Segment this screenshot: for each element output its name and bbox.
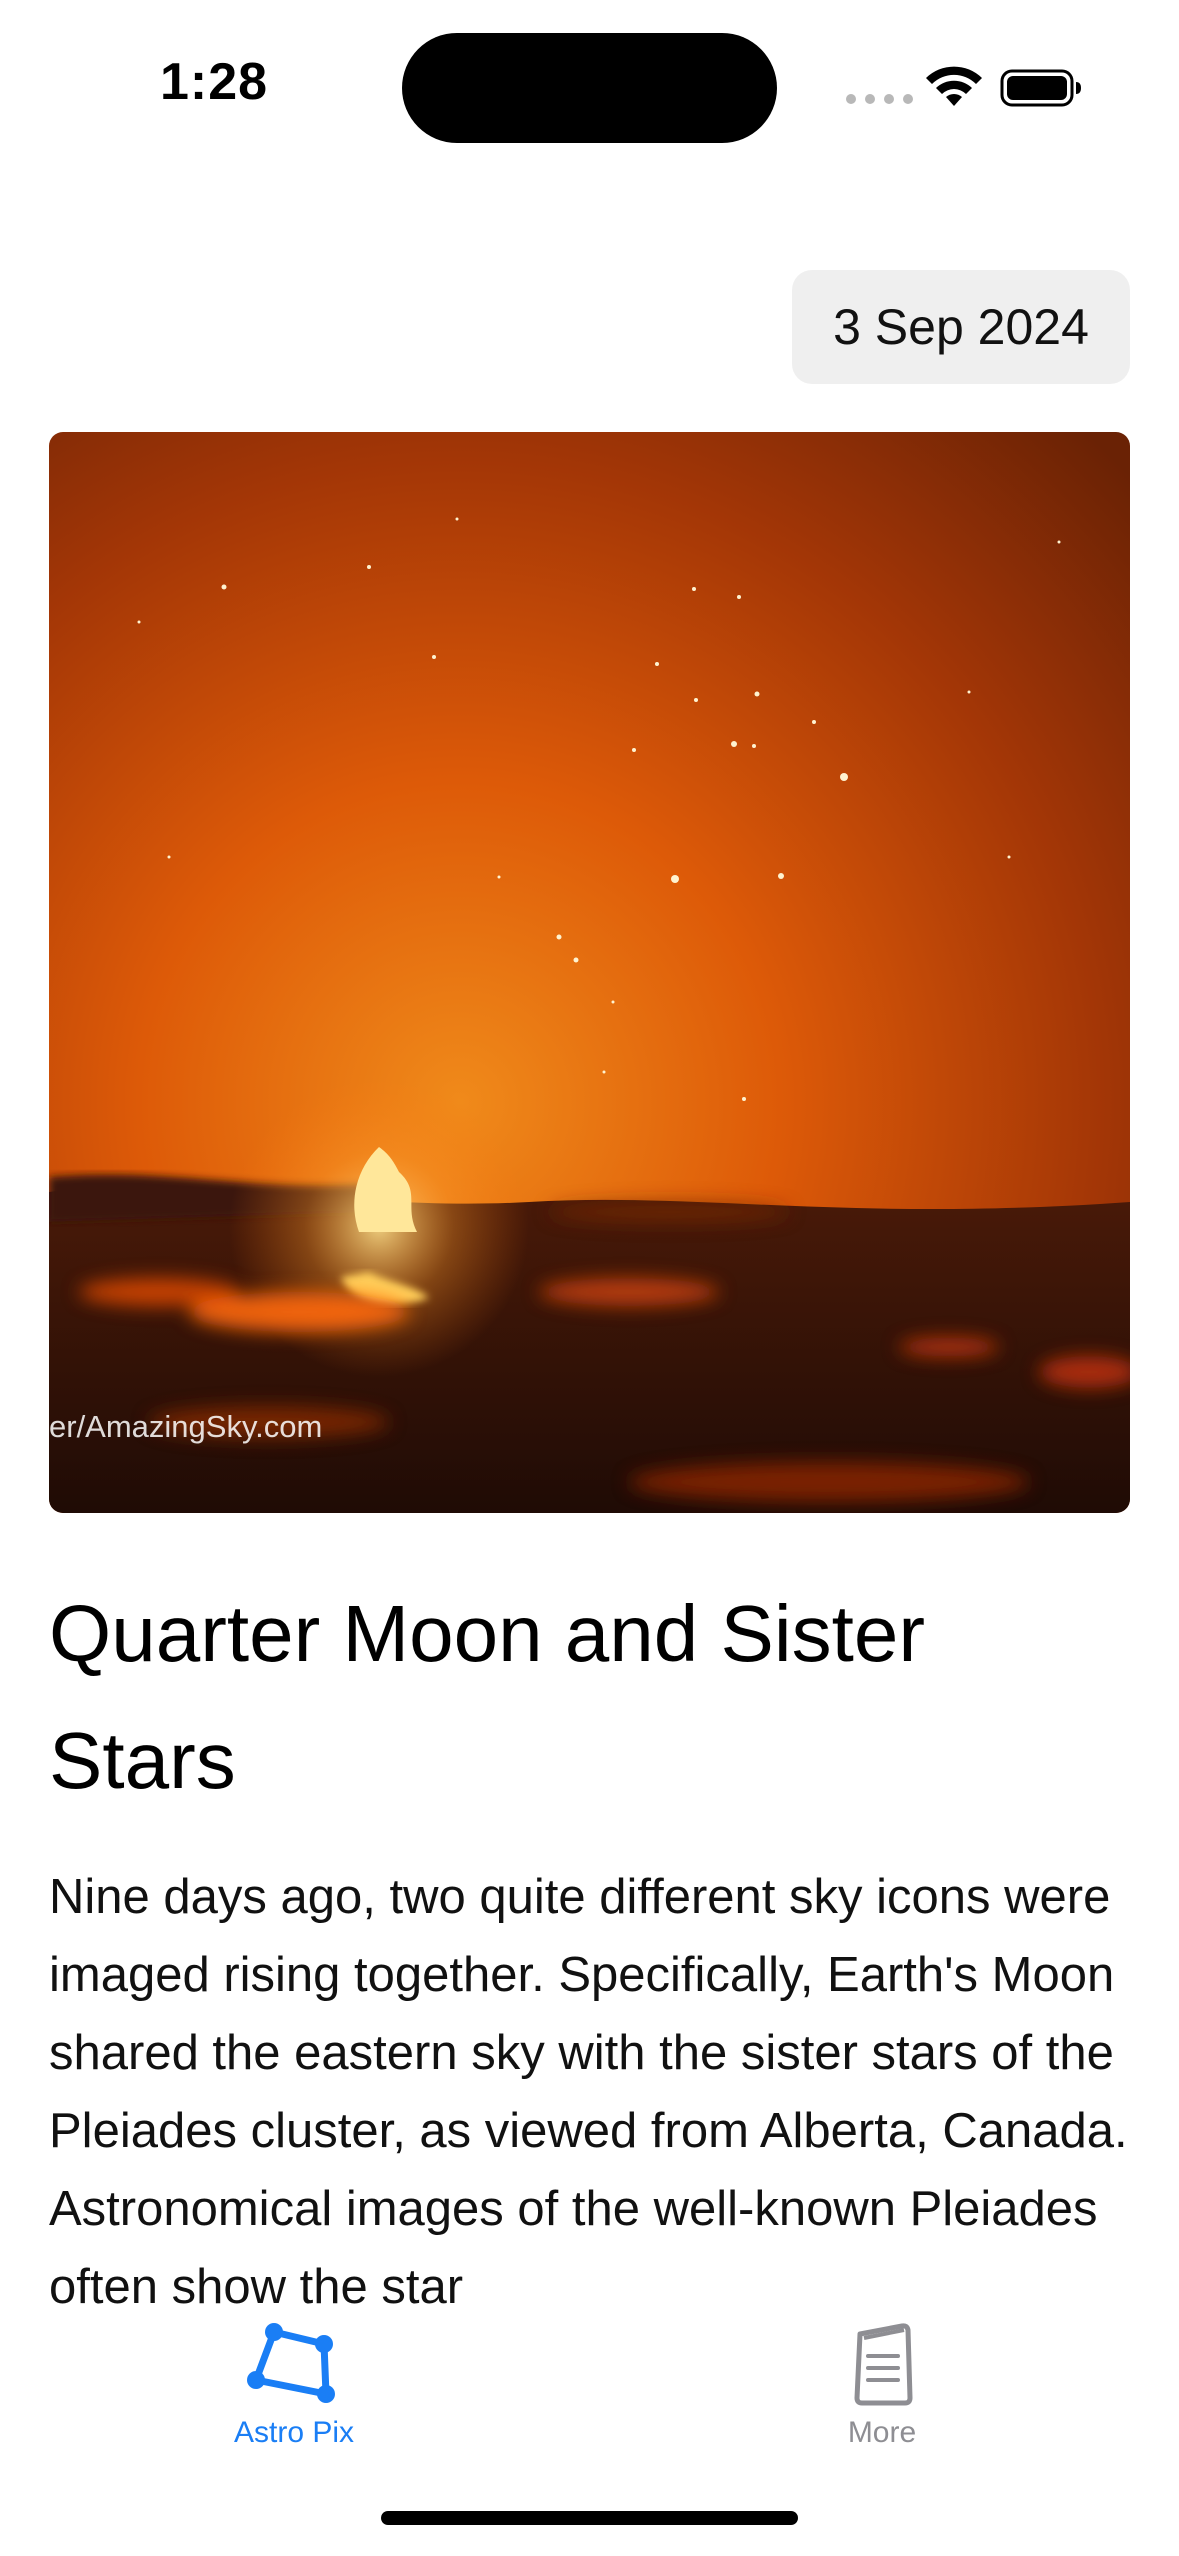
constellation-icon (247, 2323, 335, 2403)
apod-image[interactable]: er/AmazingSky.com (49, 432, 1130, 1513)
screen: 1:28 3 Sep 2024 er/AmazingSky.com Quarte… (0, 0, 1179, 2556)
tab-astro-pix-label: Astro Pix (233, 2416, 355, 2449)
apod-explanation: Nine days ago, two quite different sky i… (49, 1870, 1128, 2310)
status-time: 1:28 (160, 53, 269, 111)
date-picker-button[interactable]: 3 Sep 2024 (792, 270, 1130, 384)
tab-more[interactable]: More (752, 2322, 1012, 2472)
battery-icon (1000, 69, 1081, 107)
home-indicator[interactable] (381, 2511, 798, 2525)
tab-more-label: More (847, 2416, 917, 2449)
image-credit-watermark: er/AmazingSky.com (49, 1409, 322, 1444)
moon-and-pleiades-picture: er/AmazingSky.com (49, 432, 1130, 1513)
tab-astro-pix[interactable]: Astro Pix (164, 2322, 424, 2472)
cellular-signal-icon (846, 94, 913, 104)
dynamic-island (402, 33, 777, 143)
document-icon (854, 2323, 913, 2406)
wifi-icon (926, 66, 982, 106)
apod-title: Quarter Moon and Sister Stars (49, 1589, 925, 1805)
